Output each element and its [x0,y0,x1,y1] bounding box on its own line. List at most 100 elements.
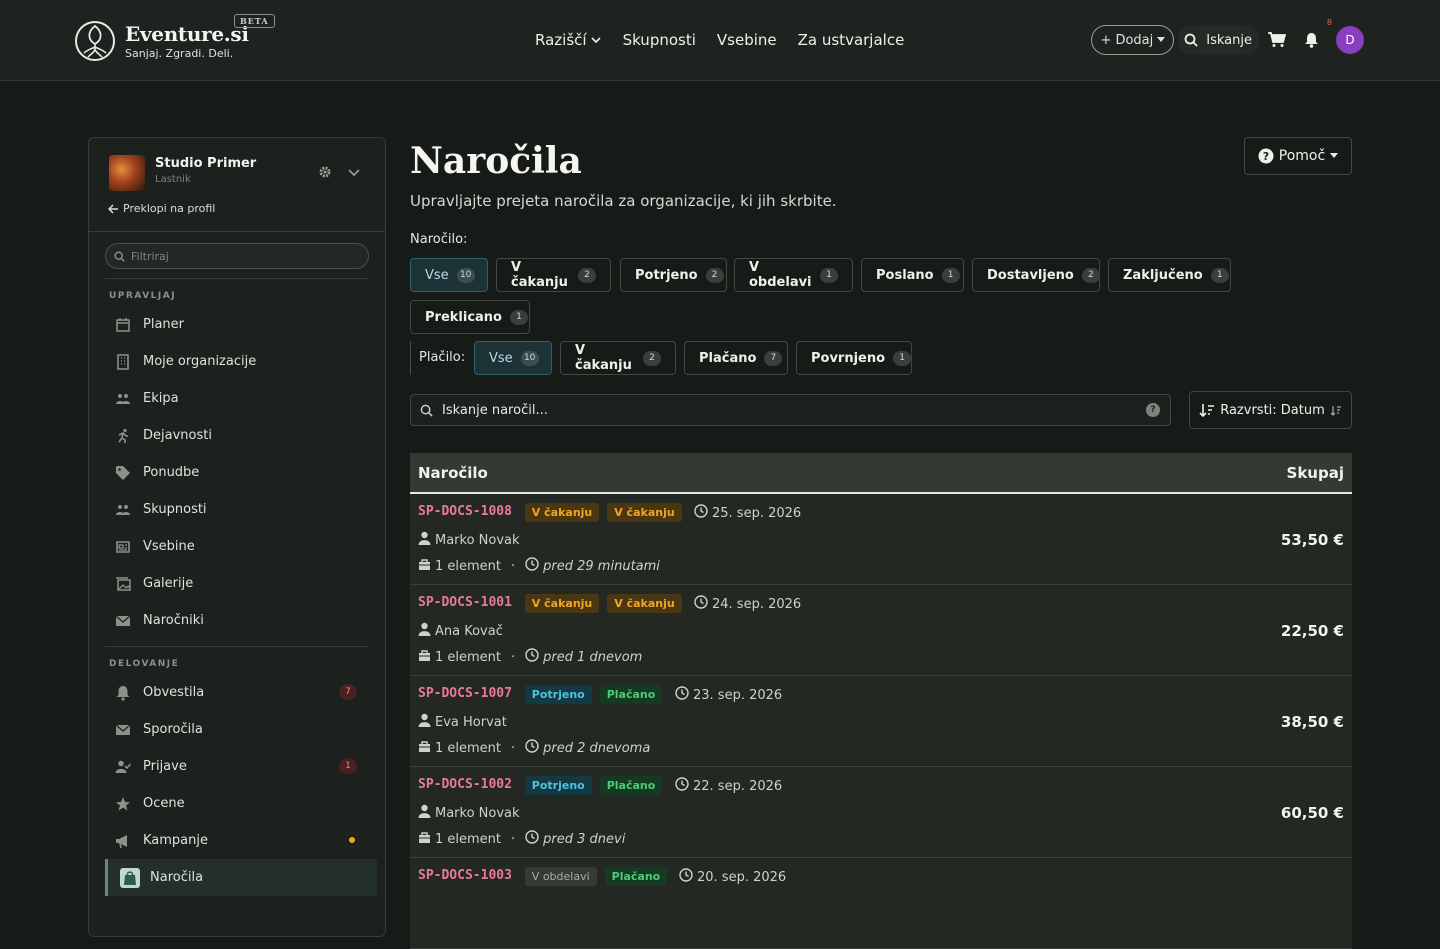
sidebar-item-moje-organizacije[interactable]: Moje organizacije [105,343,377,380]
switch-to-profile-link[interactable]: Preklopi na profil [108,202,215,215]
clock-icon [525,830,539,848]
sidebar-item-label: Moje organizacije [143,354,257,369]
chip-label: Poslano [876,267,934,283]
nav-item-contents[interactable]: Vsebine [717,31,777,49]
order-id[interactable]: SP-DOCS-1007 [418,686,512,701]
order-status-badge: V obdelavi [524,867,597,886]
gear-icon[interactable] [318,165,332,179]
sidebar-item-ekipa[interactable]: Ekipa [105,380,377,417]
order-status-filter-chip[interactable]: Dostavljeno 2 [972,258,1100,292]
sort-button[interactable]: Razvrsti: Datum [1189,391,1352,429]
table-row[interactable]: SP-DOCS-1008 V čakanju V čakanju 25. sep. 2… [410,494,1352,585]
sidebar-item-label: Ocene [143,796,185,811]
order-status-filter-chip[interactable]: Poslano 1 [861,258,964,292]
sidebar-filter-input[interactable]: Filtriraj [105,243,369,269]
sidebar-item-planer[interactable]: Planer [105,306,377,343]
sidebar-item-ocene[interactable]: Ocene [105,785,377,822]
sidebar-item-sporocila[interactable]: Sporočila [105,711,377,748]
table-row[interactable]: SP-DOCS-1007 Potrjeno Plačano 23. sep. 2026… [410,676,1352,767]
sidebar-item-prijave[interactable]: Prijave 1 [105,748,377,785]
sidebar-item-skupnosti[interactable]: Skupnosti [105,491,377,528]
nav-item-creators[interactable]: Za ustvarjalce [798,31,905,49]
chip-label: Potrjeno [635,267,698,283]
order-id[interactable]: SP-DOCS-1002 [418,777,512,792]
table-row[interactable]: SP-DOCS-1003 V obdelavi Plačano 20. sep. 20… [410,858,1352,949]
order-status-filter-chip[interactable]: Zaključeno 1 [1108,258,1231,292]
order-status-filter-chip[interactable]: V čakanju 2 [496,258,611,292]
help-button[interactable]: ? Pomoč [1244,137,1352,175]
search-button[interactable]: Iskanje [1178,25,1260,55]
star-icon [115,796,131,812]
order-date-text: 25. sep. 2026 [712,505,802,521]
sidebar-item-obvestila[interactable]: Obvestila 7 [105,674,377,711]
relative-time: pred 3 dnevi [543,831,626,847]
order-status-filter-chip[interactable]: Vse 10 [410,258,488,292]
user-nav: + Dodaj Iskanje 8 D [1091,18,1364,55]
separator-dot: · [511,558,516,574]
sidebar-item-narocniki[interactable]: Naročniki [105,602,377,639]
payment-status-badge: V čakanju [607,503,682,522]
payment-status-filter-chip[interactable]: Povrnjeno 1 [796,341,912,375]
table-header: Naročilo Skupaj [410,453,1352,494]
sidebar-item-label: Ekipa [143,391,179,406]
divider [410,341,411,375]
table-row[interactable]: SP-DOCS-1001 V čakanju V čakanju 24. sep. 2… [410,585,1352,676]
bell-icon [1304,33,1318,48]
tree-logo-icon[interactable] [74,20,116,62]
chevron-down-icon[interactable] [348,167,360,177]
chip-count: 10 [520,350,539,366]
chip-label: V čakanju [511,260,568,290]
table-row[interactable]: SP-DOCS-1002 Potrjeno Plačano 22. sep. 2026… [410,767,1352,858]
order-id[interactable]: SP-DOCS-1003 [418,868,512,883]
order-status-filter-chip[interactable]: Potrjeno 2 [620,258,727,292]
status-badges: Potrjeno Plačano [524,776,663,795]
org-name: Studio Primer [155,156,257,171]
cart-icon [1268,32,1286,47]
order-status-filter-chip[interactable]: Preklicano 1 [410,300,530,334]
customer-name: Marko Novak [435,805,520,821]
user-icon [418,713,431,731]
order-status-badge: Potrjeno [524,685,592,704]
payment-status-filter-chip[interactable]: V čakanju 2 [560,341,676,375]
nav-item-communities[interactable]: Skupnosti [623,31,696,49]
chip-count: 1 [893,350,912,366]
order-meta: 1 element · pred 29 minutami [418,557,660,575]
chip-label: Vse [489,350,513,366]
order-status-filter-chip[interactable]: V obdelavi 1 [734,258,853,292]
sidebar-item-ponudbe[interactable]: Ponudbe [105,454,377,491]
add-button[interactable]: + Dodaj [1091,25,1175,55]
sidebar-item-vsebine[interactable]: Vsebine [105,528,377,565]
notifications-button[interactable]: 8 [1294,18,1332,55]
chip-label: Vse [425,267,449,283]
search-icon [114,250,125,262]
order-id[interactable]: SP-DOCS-1001 [418,595,512,610]
column-header-order[interactable]: Naročilo [418,464,488,482]
tag-icon [115,465,131,481]
sidebar-item-kampanje[interactable]: Kampanje [105,822,377,859]
nav-item-label: Raziščí [535,31,587,49]
sidebar-item-dejavnosti[interactable]: Dejavnosti [105,417,377,454]
cart-button[interactable] [1260,25,1294,55]
column-header-total[interactable]: Skupaj [1287,464,1344,482]
order-date-text: 23. sep. 2026 [693,687,783,703]
sort-label: Razvrsti: Datum [1220,402,1325,418]
order-id[interactable]: SP-DOCS-1008 [418,504,512,519]
sidebar-item-narocila[interactable]: Naročila [105,859,377,896]
sidebar-item-label: Naročila [150,870,204,885]
sidebar-item-galerije[interactable]: Galerije [105,565,377,602]
status-badges: V obdelavi Plačano [524,867,668,886]
payment-status-filter-chip[interactable]: Plačano 7 [684,341,788,375]
payment-status-filter-chip[interactable]: Vse 10 [474,341,552,375]
brand-name[interactable]: Eventure.si [125,22,249,46]
box-icon [418,740,431,757]
search-help-icon[interactable]: ? [1146,403,1160,417]
caret-down-icon [1157,37,1166,42]
nav-item-explore[interactable]: Raziščí [535,31,602,49]
orders-search-input[interactable]: Iskanje naročil... ? [410,394,1171,426]
envelope-icon [115,722,131,738]
order-meta: 1 element · pred 2 dnevoma [418,739,650,757]
chip-label: V obdelavi [749,260,812,290]
separator-dot: · [511,649,516,665]
avatar[interactable]: D [1336,26,1364,54]
clock-icon [675,686,689,704]
